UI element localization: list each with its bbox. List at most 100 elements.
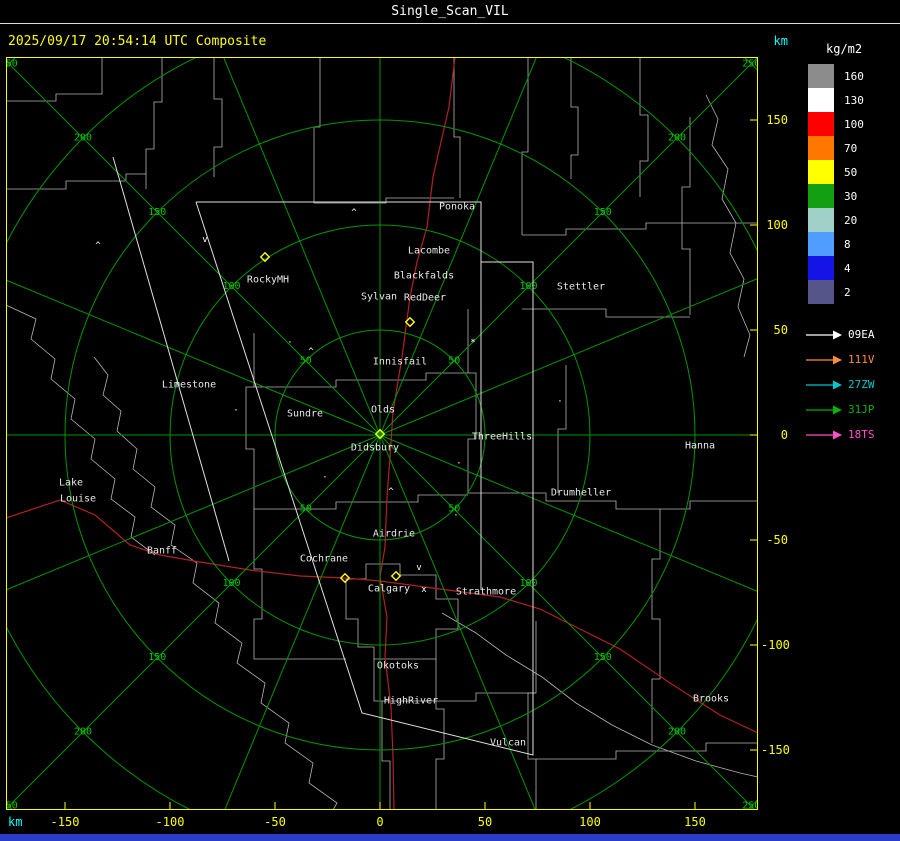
city-label: Banff	[147, 546, 177, 557]
colorbar-swatch	[808, 88, 834, 112]
county-boundary	[536, 742, 758, 760]
radar-id-label: 09EA	[848, 328, 875, 341]
radar-id-label: 18TS	[848, 428, 875, 441]
range-ring-label: 100	[222, 578, 240, 589]
x-axis-unit-label: km	[8, 815, 23, 829]
range-ring-label: 200	[74, 133, 92, 144]
range-spoke	[6, 434, 381, 810]
city-label: ThreeHills	[472, 432, 532, 443]
county-boundary	[557, 365, 567, 493]
range-spoke	[379, 434, 758, 593]
county-boundary	[254, 372, 468, 388]
highway-line	[379, 580, 758, 734]
county-boundary	[639, 57, 649, 197]
y-axis-tick-label: 50	[773, 323, 788, 337]
city-label: Cochrane	[300, 554, 348, 565]
city-label: Calgary	[368, 584, 410, 595]
status-bar	[0, 834, 900, 841]
arrow-head	[833, 330, 842, 339]
colorbar-value-label: 8	[844, 237, 851, 251]
colorbar-swatch	[808, 112, 834, 136]
point-marker: ^	[351, 208, 357, 218]
colorbar-entry: 4	[806, 256, 900, 280]
county-boundary	[254, 494, 468, 510]
range-ring-label: 250	[6, 801, 18, 810]
city-label: Louise	[60, 494, 96, 505]
scan-area-outline	[112, 156, 230, 562]
range-ring-label: 250	[742, 58, 758, 69]
colorbar-swatch	[808, 136, 834, 160]
county-boundary	[467, 309, 477, 493]
point-marker: ^	[388, 487, 394, 497]
colorbar-value-label: 130	[844, 93, 864, 107]
city-label: Drumheller	[551, 488, 611, 499]
city-label: Brooks	[693, 694, 729, 705]
city-label: HighRiver	[384, 696, 438, 707]
legend-radar-row: 18TS	[806, 422, 900, 447]
x-axis-tick-label: 50	[477, 815, 493, 829]
legend-radar-row: 111V	[806, 347, 900, 372]
x-axis-tick-label: 150	[684, 815, 706, 829]
point-marker: ·	[322, 473, 327, 483]
range-spoke	[222, 57, 381, 436]
point-marker: *	[470, 338, 475, 348]
x-axis-tick-label: 100	[579, 815, 601, 829]
radar-map[interactable]: 5050505010010010010015015015015020020020…	[6, 57, 758, 810]
radar-arrow-icon	[806, 330, 842, 339]
radar-legend: 09EA 111V 27ZW 31JP 18TS	[806, 322, 900, 447]
range-ring-label: 200	[74, 726, 92, 737]
colorbar-entry: 130	[806, 88, 900, 112]
colorbar-entry: 70	[806, 136, 900, 160]
y-axis-tick-label: -100	[761, 638, 790, 652]
colorbar-value-label: 30	[844, 189, 858, 203]
county-boundary	[522, 222, 758, 236]
radar-site-marker	[390, 570, 402, 582]
radar-id-label: 31JP	[848, 403, 875, 416]
city-label: Didsbury	[351, 443, 399, 454]
colorbar-value-label: 20	[844, 213, 858, 227]
county-boundary	[570, 57, 579, 179]
point-marker: ·	[233, 406, 238, 416]
range-ring-label: 150	[594, 652, 612, 663]
county-boundary	[6, 173, 146, 190]
city-label: Ponoka	[439, 202, 475, 213]
timestamp-label: 2025/09/17 20:54:14 UTC Composite	[8, 34, 267, 49]
x-axis-tick-label: -100	[155, 815, 185, 829]
county-boundary	[213, 57, 223, 177]
x-axis-tick-label: -150	[50, 815, 80, 829]
y-axis-tick-label: 150	[766, 113, 788, 127]
range-ring-label: 100	[519, 578, 537, 589]
colorbar-entry: 100	[806, 112, 900, 136]
range-ring-label: 150	[148, 652, 166, 663]
colorbar-swatch	[808, 232, 834, 256]
range-spoke	[6, 434, 381, 591]
colorbar-swatch	[808, 280, 834, 304]
range-ring-label: 200	[668, 133, 686, 144]
radar-map-container[interactable]: 50 50 50 50 100 100 100 100 150 150 150 150 200 200 20…	[6, 57, 758, 810]
colorbar-entry: 160	[806, 64, 900, 88]
city-label: Vulcan	[490, 738, 526, 749]
point-marker: ^	[308, 347, 314, 357]
county-boundary	[435, 659, 445, 810]
point-marker: ·	[453, 511, 458, 521]
y-axis-tick-label: 100	[766, 218, 788, 232]
city-label: Sylvan	[361, 292, 397, 303]
city-label: Lacombe	[408, 246, 450, 257]
sidebar: kg/m2 160 130 100 70 50 30 20 8 4 2 09EA 111V 27ZW 3…	[806, 42, 900, 447]
county-boundary	[6, 57, 103, 102]
city-label: Limestone	[162, 380, 216, 391]
radar-arrow-icon	[806, 430, 842, 439]
colorbar-swatch	[808, 256, 834, 280]
county-boundary	[93, 356, 338, 810]
window-title: Single_Scan_VIL	[391, 4, 509, 19]
county-boundary	[253, 509, 346, 660]
y-axis-tick-label: -150	[761, 743, 790, 757]
point-marker: ·	[557, 397, 562, 407]
county-boundary	[145, 57, 163, 189]
range-spoke	[6, 279, 381, 436]
range-ring-label: 100	[519, 281, 537, 292]
radar-id-label: 27ZW	[848, 378, 875, 391]
city-label: Strathmore	[456, 587, 516, 598]
range-ring-label: 50	[300, 504, 312, 515]
y-axis-unit-label: km	[773, 34, 788, 48]
